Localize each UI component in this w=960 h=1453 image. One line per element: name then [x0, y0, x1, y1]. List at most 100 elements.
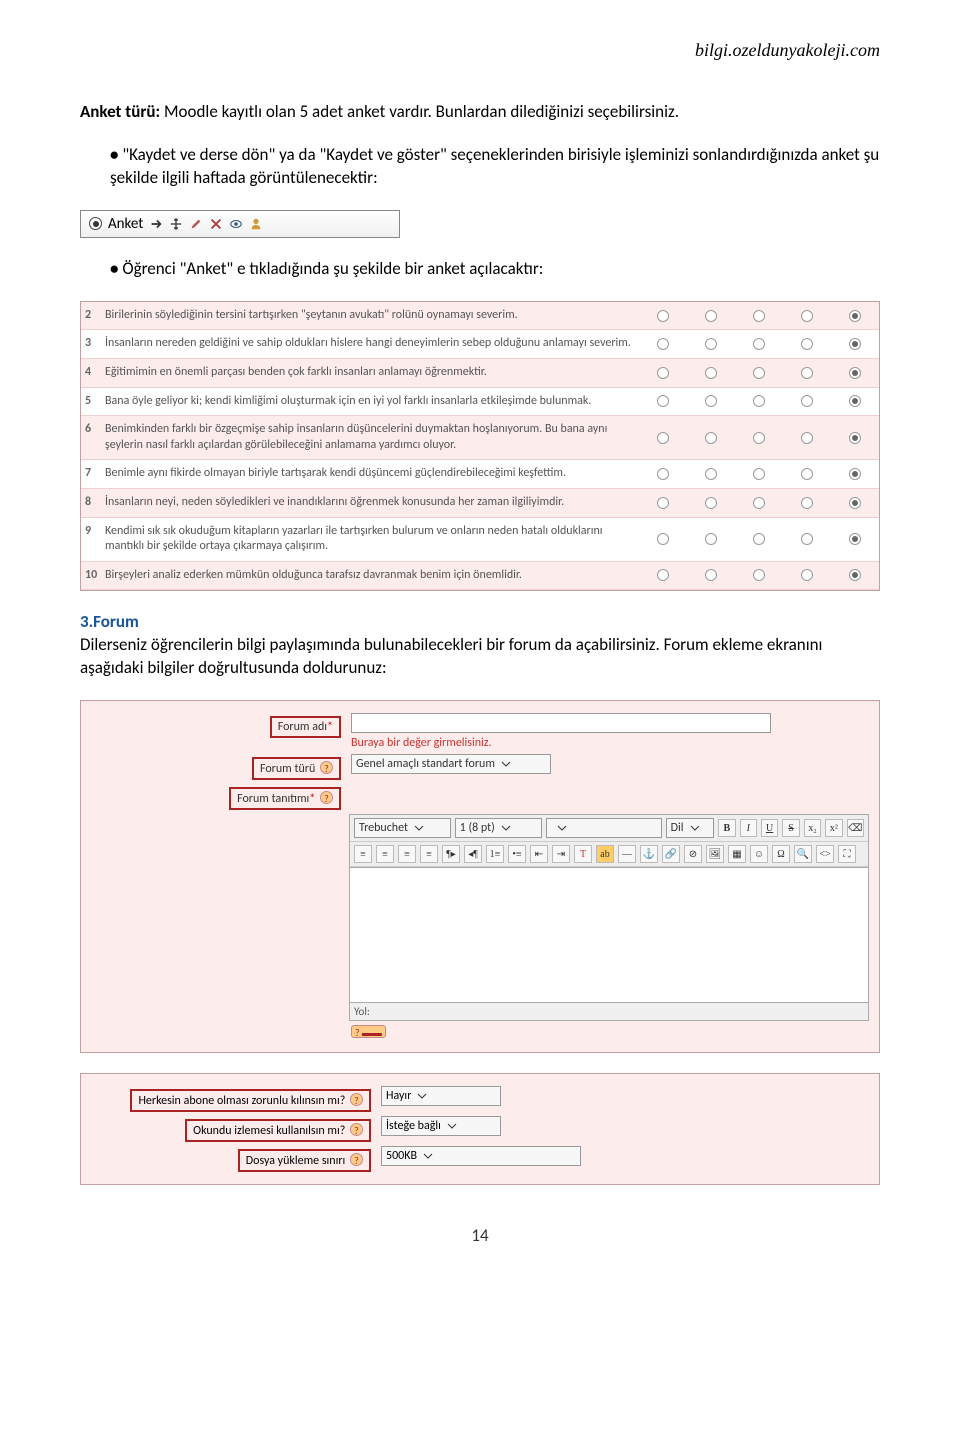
- survey-radios[interactable]: [639, 460, 879, 488]
- list-ol-icon[interactable]: 1≡: [486, 845, 504, 863]
- forum-type-select[interactable]: Genel amaçlı standart forum: [351, 754, 551, 774]
- forum-name-label-wrap: Forum adı*: [91, 713, 341, 738]
- survey-text: Benimle aynı fikirde olmayan biriyle tar…: [105, 460, 639, 488]
- forum-name-error: Buraya bir değer girmelisiniz.: [351, 733, 869, 750]
- clean-icon[interactable]: ⌫: [847, 819, 864, 837]
- forum-type-label: Forum türü ?: [252, 757, 341, 780]
- subscribe-select[interactable]: Hayır: [381, 1086, 501, 1106]
- underline-icon[interactable]: U: [761, 819, 778, 837]
- outdent-icon[interactable]: ⇤: [530, 845, 548, 863]
- html-icon[interactable]: <>: [816, 845, 834, 863]
- rtl-icon[interactable]: ◂¶: [464, 845, 482, 863]
- style-select[interactable]: [546, 818, 662, 838]
- intro-paragraph: Anket türü: Moodle kayıtlı olan 5 adet a…: [80, 101, 880, 124]
- bgcolor-icon[interactable]: ab: [596, 845, 614, 863]
- survey-num: 9: [81, 518, 105, 561]
- unlink-icon[interactable]: ⊘: [684, 845, 702, 863]
- survey-radios[interactable]: [639, 388, 879, 416]
- survey-radios[interactable]: [639, 518, 879, 561]
- help-icon[interactable]: ?: [320, 761, 333, 774]
- forum-name-input[interactable]: [351, 713, 771, 733]
- subscribe-label-wrap: Herkesin abone olması zorunlu kılınsın m…: [91, 1086, 371, 1112]
- search-icon[interactable]: 🔍: [794, 845, 812, 863]
- textcolor-icon[interactable]: T: [574, 845, 592, 863]
- upload-select[interactable]: 500KB: [381, 1146, 581, 1166]
- anket-module-box: Anket: [80, 210, 400, 238]
- italic-icon[interactable]: I: [740, 819, 757, 837]
- radio-selected-icon: [89, 217, 102, 230]
- strike-icon[interactable]: S: [782, 819, 799, 837]
- table-icon[interactable]: ▦: [728, 845, 746, 863]
- help-icon[interactable]: ?: [350, 1093, 363, 1106]
- size-select[interactable]: 1 (8 pt): [455, 818, 542, 838]
- chevron-down-icon: [417, 1091, 427, 1101]
- survey-radios[interactable]: [639, 562, 879, 590]
- forum-title: 3.Forum: [80, 611, 139, 632]
- help-icon[interactable]: ?: [350, 1123, 363, 1136]
- chevron-down-icon: [557, 823, 567, 833]
- lang-select[interactable]: Dil: [666, 818, 715, 838]
- survey-text: Bana öyle geliyor ki; kendi kimliğimi ol…: [105, 388, 639, 416]
- upload-label: Dosya yükleme sınırı ?: [238, 1149, 371, 1172]
- bullet-1: "Kaydet ve derse dön" ya da "Kaydet ve g…: [110, 144, 880, 190]
- rte-status-bar: Yol:: [349, 1003, 869, 1021]
- bold-icon[interactable]: B: [718, 819, 735, 837]
- eye-icon: [229, 217, 243, 231]
- forum-form-2: Herkesin abone olması zorunlu kılınsın m…: [80, 1073, 880, 1185]
- subscribe-label: Herkesin abone olması zorunlu kılınsın m…: [130, 1089, 371, 1112]
- char-icon[interactable]: Ω: [772, 845, 790, 863]
- tracking-label-wrap: Okundu izlemesi kullanılsın mı? ?: [91, 1116, 371, 1142]
- survey-radios[interactable]: [639, 359, 879, 387]
- ltr-icon[interactable]: ¶▸: [442, 845, 460, 863]
- rich-text-editor[interactable]: Trebuchet 1 (8 pt) Dil B I U S x₂ x² ⌫ ≡…: [349, 814, 869, 1040]
- intro-label: Anket türü:: [80, 101, 160, 122]
- superscript-icon[interactable]: x²: [825, 819, 842, 837]
- move-icon: [169, 217, 183, 231]
- help-icon[interactable]: ?: [350, 1153, 363, 1166]
- font-select[interactable]: Trebuchet: [354, 818, 451, 838]
- survey-radios[interactable]: [639, 489, 879, 517]
- subscript-icon[interactable]: x₂: [804, 819, 821, 837]
- survey-text: Birşeyleri analiz ederken mümkün olduğun…: [105, 562, 639, 590]
- smiley-icon[interactable]: ☺: [750, 845, 768, 863]
- forum-section: 3.Forum Dilerseniz öğrencilerin bilgi pa…: [80, 611, 880, 680]
- page-header-url: bilgi.ozeldunyakoleji.com: [80, 40, 880, 61]
- chevron-down-icon: [414, 823, 424, 833]
- align-center-icon[interactable]: ≡: [376, 845, 394, 863]
- intro-text: Moodle kayıtlı olan 5 adet anket vardır.…: [160, 101, 679, 122]
- survey-num: 3: [81, 330, 105, 358]
- list-ul-icon[interactable]: •≡: [508, 845, 526, 863]
- align-right-icon[interactable]: ≡: [398, 845, 416, 863]
- chevron-down-icon: [423, 1151, 433, 1161]
- path-label: Yol:: [354, 1005, 370, 1018]
- forum-intro-label-wrap: Forum tanıtımı* ?: [91, 784, 341, 810]
- hr-icon[interactable]: —: [618, 845, 636, 863]
- survey-radios[interactable]: [639, 416, 879, 459]
- align-justify-icon[interactable]: ≡: [420, 845, 438, 863]
- forum-form: Forum adı* Buraya bir değer girmelisiniz…: [80, 700, 880, 1053]
- forum-type-label-wrap: Forum türü ?: [91, 754, 341, 780]
- chevron-down-icon: [501, 823, 511, 833]
- rte-body[interactable]: [349, 868, 869, 1003]
- survey-num: 4: [81, 359, 105, 387]
- survey-table: 2Birilerinin söylediğinin tersini tartış…: [80, 301, 880, 592]
- tracking-select[interactable]: İsteğe bağlı: [381, 1116, 501, 1136]
- link-icon[interactable]: 🔗: [662, 845, 680, 863]
- chevron-down-icon: [690, 823, 700, 833]
- survey-radios[interactable]: [639, 330, 879, 358]
- align-left-icon[interactable]: ≡: [354, 845, 372, 863]
- help-icon[interactable]: ? ▬▬: [351, 1025, 386, 1038]
- indent-icon[interactable]: ⇥: [552, 845, 570, 863]
- help-icon[interactable]: ?: [320, 791, 333, 804]
- survey-num: 2: [81, 302, 105, 330]
- anchor-icon[interactable]: ⚓: [640, 845, 658, 863]
- survey-radios[interactable]: [639, 302, 879, 330]
- survey-num: 8: [81, 489, 105, 517]
- image-icon[interactable]: 🖼: [706, 845, 724, 863]
- survey-text: Birilerinin söylediğinin tersini tartışı…: [105, 302, 639, 330]
- forum-intro-label: Forum tanıtımı* ?: [229, 787, 341, 810]
- upload-label-wrap: Dosya yükleme sınırı ?: [91, 1146, 371, 1172]
- survey-text: Benimkinden farklı bir özgeçmişe sahip i…: [105, 416, 639, 459]
- survey-text: İnsanların nereden geldiğini ve sahip ol…: [105, 330, 639, 358]
- fullscreen-icon[interactable]: ⛶: [838, 845, 856, 863]
